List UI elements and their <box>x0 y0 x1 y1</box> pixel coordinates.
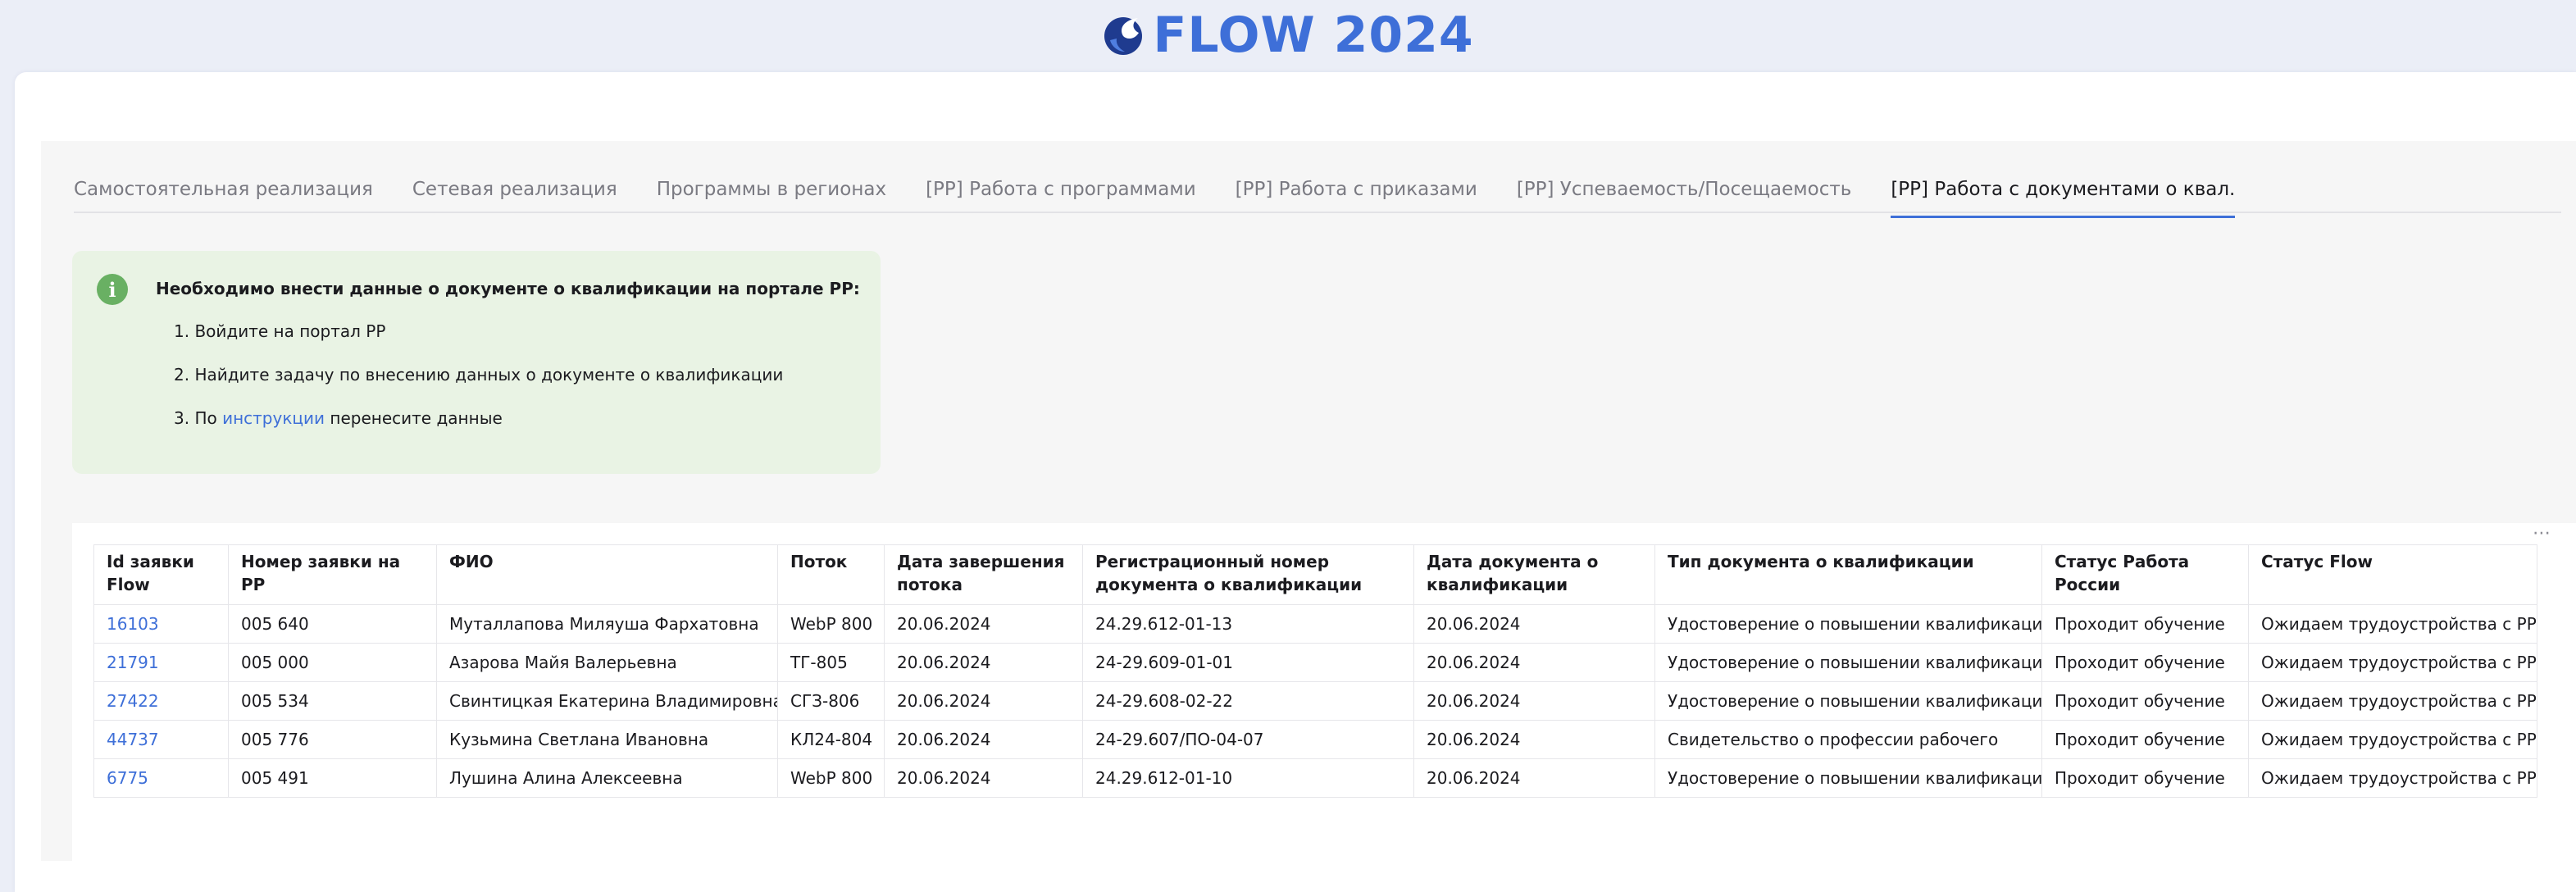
cell-flow-id: 44737 <box>93 720 229 759</box>
cell-stream-end-date: 20.06.2024 <box>884 643 1083 682</box>
table-row: 27422 005 534 Свинтицкая Екатерина Влади… <box>93 681 2537 721</box>
cell-document-date: 20.06.2024 <box>1413 604 1655 644</box>
cell-stream: КЛ24-804 <box>777 720 885 759</box>
cell-full-name: Муталлапова Миляуша Фархатовна <box>436 604 778 644</box>
cell-registration-number: 24.29.612-01-10 <box>1082 758 1414 798</box>
flow-id-link[interactable]: 6775 <box>107 768 148 788</box>
flow-logo-icon <box>1104 17 1143 55</box>
info-alert: i Необходимо внести данные о документе о… <box>72 251 881 474</box>
cell-full-name: Кузьмина Светлана Ивановна <box>436 720 778 759</box>
brand-header: FLOW 2024 <box>0 0 2576 71</box>
tab-regional-programs[interactable]: Программы в регионах <box>657 172 886 210</box>
cell-rr-status: Проходит обучение <box>2041 758 2249 798</box>
tab-rr-orders[interactable]: [РР] Работа с приказами <box>1236 172 1477 210</box>
content-area: Самостоятельная реализация Сетевая реали… <box>41 141 2576 861</box>
cell-rr-request-number: 005 534 <box>228 681 437 721</box>
documents-table-panel: ⋯ Id заявки Flow Номер заявки на РР ФИО <box>72 523 2576 861</box>
cell-document-type: Удостоверение о повышении квалификации <box>1654 604 2042 644</box>
info-icon: i <box>97 274 128 305</box>
cell-rr-status: Проходит обучение <box>2041 604 2249 644</box>
alert-step-3-suffix: перенесите данные <box>325 408 503 428</box>
column-header-document-date: Дата документа о квалификации <box>1413 544 1655 605</box>
cell-flow-id: 27422 <box>93 681 229 721</box>
table-row: 6775 005 491 Лушина Алина Алексеевна Web… <box>93 758 2537 798</box>
cell-stream-end-date: 20.06.2024 <box>884 681 1083 721</box>
column-header-stream: Поток <box>777 544 885 605</box>
more-options-icon[interactable]: ⋯ <box>2533 523 2551 544</box>
documents-table: Id заявки Flow Номер заявки на РР ФИО По… <box>93 544 2537 798</box>
column-header-registration-number: Регистрационный номер документа о квалиф… <box>1082 544 1414 605</box>
cell-stream-end-date: 20.06.2024 <box>884 720 1083 759</box>
tab-rr-attendance[interactable]: [РР] Успеваемость/Посещаемость <box>1517 172 1852 210</box>
cell-full-name: Свинтицкая Екатерина Владимировна <box>436 681 778 721</box>
alert-step-3: 3. По инструкции перенесите данные <box>174 408 503 428</box>
cell-document-date: 20.06.2024 <box>1413 720 1655 759</box>
cell-flow-status: Ожидаем трудоустройства с РР <box>2248 720 2537 759</box>
column-header-stream-end-date: Дата завершения потока <box>884 544 1083 605</box>
cell-registration-number: 24.29.612-01-13 <box>1082 604 1414 644</box>
cell-stream-end-date: 20.06.2024 <box>884 758 1083 798</box>
cell-stream: ТГ-805 <box>777 643 885 682</box>
cell-flow-id: 6775 <box>93 758 229 798</box>
cell-registration-number: 24-29.608-02-22 <box>1082 681 1414 721</box>
cell-document-type: Удостоверение о повышении квалификации <box>1654 758 2042 798</box>
tab-network-implementation[interactable]: Сетевая реализация <box>412 172 617 210</box>
column-header-document-type: Тип документа о квалификации <box>1654 544 2042 605</box>
table-row: 21791 005 000 Азарова Майя Валерьевна ТГ… <box>93 643 2537 682</box>
cell-rr-request-number: 005 491 <box>228 758 437 798</box>
cell-document-date: 20.06.2024 <box>1413 643 1655 682</box>
flow-id-link[interactable]: 44737 <box>107 730 159 749</box>
cell-document-date: 20.06.2024 <box>1413 758 1655 798</box>
tab-rr-programs[interactable]: [РР] Работа с программами <box>926 172 1196 210</box>
cell-full-name: Лушина Алина Алексеевна <box>436 758 778 798</box>
cell-registration-number: 24-29.607/ПО-04-07 <box>1082 720 1414 759</box>
cell-document-date: 20.06.2024 <box>1413 681 1655 721</box>
table-header-row: Id заявки Flow Номер заявки на РР ФИО По… <box>93 544 2537 605</box>
cell-rr-request-number: 005 000 <box>228 643 437 682</box>
cell-stream: WebP 800 <box>777 758 885 798</box>
table-body: 16103 005 640 Муталлапова Миляуша Фархат… <box>93 604 2537 798</box>
cell-rr-request-number: 005 640 <box>228 604 437 644</box>
alert-step-2: 2. Найдите задачу по внесению данных о д… <box>174 365 784 385</box>
cell-document-type: Удостоверение о повышении квалификации <box>1654 681 2042 721</box>
flow-id-link[interactable]: 16103 <box>107 614 159 634</box>
flow-id-link[interactable]: 21791 <box>107 653 159 672</box>
column-header-flow-id: Id заявки Flow <box>93 544 229 605</box>
cell-flow-status: Ожидаем трудоустройства с РР <box>2248 758 2537 798</box>
cell-flow-id: 21791 <box>93 643 229 682</box>
column-header-full-name: ФИО <box>436 544 778 605</box>
instructions-link[interactable]: инструкции <box>222 408 325 428</box>
cell-stream-end-date: 20.06.2024 <box>884 604 1083 644</box>
cell-rr-status: Проходит обучение <box>2041 681 2249 721</box>
cell-flow-status: Ожидаем трудоустройства с РР <box>2248 681 2537 721</box>
cell-flow-status: Ожидаем трудоустройства с РР <box>2248 643 2537 682</box>
cell-rr-status: Проходит обучение <box>2041 720 2249 759</box>
cell-rr-request-number: 005 776 <box>228 720 437 759</box>
cell-registration-number: 24-29.609-01-01 <box>1082 643 1414 682</box>
alert-step-1: 1. Войдите на портал РР <box>174 321 386 341</box>
column-header-rr-request-number: Номер заявки на РР <box>228 544 437 605</box>
cell-flow-id: 16103 <box>93 604 229 644</box>
tab-bar: Самостоятельная реализация Сетевая реали… <box>74 172 2561 218</box>
brand-title: FLOW 2024 <box>1153 7 1474 64</box>
cell-flow-status: Ожидаем трудоустройства с РР <box>2248 604 2537 644</box>
cell-rr-status: Проходит обучение <box>2041 643 2249 682</box>
column-header-flow-status: Статус Flow <box>2248 544 2537 605</box>
cell-document-type: Удостоверение о повышении квалификации <box>1654 643 2042 682</box>
tab-independent-implementation[interactable]: Самостоятельная реализация <box>74 172 373 210</box>
column-header-rr-status: Статус Работа России <box>2041 544 2249 605</box>
tab-rr-qualification-documents[interactable]: [РР] Работа с документами о квал. <box>1891 172 2236 218</box>
table-row: 44737 005 776 Кузьмина Светлана Ивановна… <box>93 720 2537 759</box>
table-header: Id заявки Flow Номер заявки на РР ФИО По… <box>93 544 2537 605</box>
cell-stream: СГЗ-806 <box>777 681 885 721</box>
alert-title: Необходимо внести данные о документе о к… <box>156 279 860 298</box>
cell-full-name: Азарова Майя Валерьевна <box>436 643 778 682</box>
alert-step-3-prefix: 3. По <box>174 408 223 428</box>
flow-id-link[interactable]: 27422 <box>107 691 159 711</box>
cell-stream: WebP 800 <box>777 604 885 644</box>
cell-document-type: Свидетельство о профессии рабочего <box>1654 720 2042 759</box>
table-row: 16103 005 640 Муталлапова Миляуша Фархат… <box>93 604 2537 644</box>
